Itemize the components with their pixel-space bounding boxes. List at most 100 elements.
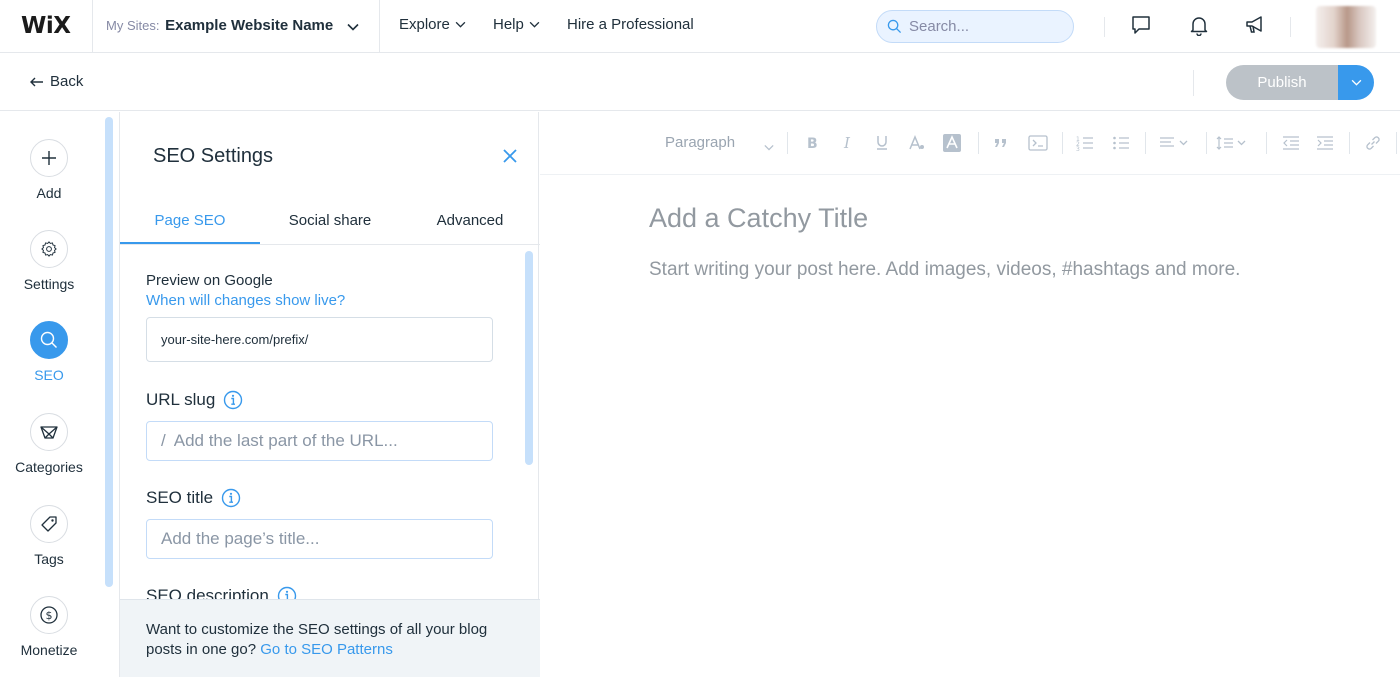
info-icon[interactable] [223,390,243,410]
text-align-dropdown[interactable] [1159,132,1189,154]
seo-title-label: SEO title [146,488,214,507]
plus-icon [30,139,68,177]
rail-item-label: Categories [15,459,83,475]
svg-text:$: $ [46,609,53,622]
nav-help[interactable]: Help [493,16,540,33]
back-label: Back [50,73,84,90]
divider [1290,17,1291,37]
divider [1193,70,1194,96]
search-icon [30,321,68,359]
rail-item-tags[interactable]: Tags [0,505,98,567]
chevron-down-icon [347,23,359,31]
nav-hire-label: Hire a Professional [567,16,694,33]
seo-title-input[interactable] [161,529,471,549]
seo-description-label: SEO description [146,586,269,599]
site-name: Example Website Name [165,17,334,34]
nav-hire-professional[interactable]: Hire a Professional [567,16,694,33]
changes-live-link[interactable]: When will changes show live? [146,292,345,309]
panel-title: SEO Settings [153,145,274,167]
nav-explore[interactable]: Explore [399,16,466,33]
avatar[interactable] [1316,6,1376,48]
tag-icon [30,505,68,543]
my-sites-label: My Sites: [106,18,160,33]
highlight-icon[interactable] [942,132,962,154]
bell-icon[interactable] [1188,14,1212,38]
quote-icon[interactable] [993,132,1009,154]
top-bar: WiX My Sites: Example Website Name Explo… [0,0,1400,53]
italic-icon[interactable]: I [841,132,855,154]
line-spacing-dropdown[interactable] [1216,132,1248,154]
nav-help-label: Help [493,16,524,33]
underline-icon[interactable] [875,132,889,154]
paragraph-style-label: Paragraph [665,134,736,151]
decrease-indent-icon[interactable] [1282,132,1300,154]
increase-indent-icon[interactable] [1316,132,1334,154]
bulleted-list-icon[interactable] [1112,132,1130,154]
back-button[interactable]: Back [30,73,83,90]
left-rail: Add Settings SEO Categories Tags $ Monet… [0,112,118,677]
url-slug-label-row: URL slug [146,390,243,410]
sub-bar: Back Publish [0,54,1400,111]
svg-text:B: B [807,136,818,151]
arrow-left-icon [30,77,44,87]
url-slug-field[interactable]: / [146,421,493,461]
url-slug-label: URL slug [146,390,216,409]
url-slug-input[interactable] [173,431,484,451]
close-icon[interactable] [502,148,518,164]
wix-logo[interactable]: WiX [21,13,71,39]
paragraph-style-dropdown[interactable]: Paragraph [665,134,735,151]
chevron-down-icon [455,21,466,28]
panel-body: Preview on Google When will changes show… [120,246,540,599]
info-icon[interactable] [277,586,297,599]
toolbar-divider [1145,132,1146,154]
search-input[interactable] [909,18,1059,35]
google-preview-url: your-site-here.com/prefix/ [146,317,493,362]
categories-icon [30,413,68,451]
site-selector[interactable]: My Sites: Example Website Name [106,17,359,34]
publish-options-button[interactable] [1338,65,1374,100]
svg-text:3: 3 [1076,146,1080,151]
gear-icon [30,230,68,268]
search-box[interactable] [876,10,1074,43]
chat-bubble-icon[interactable] [1130,14,1154,38]
text-color-icon[interactable] [908,132,926,154]
panel-scrollbar[interactable] [525,251,533,465]
toolbar-divider [1266,132,1267,154]
rail-item-label: Add [36,185,62,201]
numbered-list-icon[interactable]: 123 [1076,132,1094,154]
tab-social-share[interactable]: Social share [260,197,400,244]
publish-button[interactable]: Publish [1226,65,1338,100]
url-slug-prefix: / [161,431,166,450]
divider [379,0,380,53]
divider [92,0,93,53]
bold-icon[interactable]: B [805,132,819,154]
seo-patterns-banner: Want to customize the SEO settings of al… [120,599,540,677]
code-block-icon[interactable] [1028,132,1048,154]
rail-item-monetize[interactable]: $ Monetize [0,596,98,658]
dollar-coin-icon: $ [30,596,68,634]
link-icon[interactable] [1364,132,1382,154]
post-body-placeholder[interactable]: Start writing your post here. Add images… [649,259,1240,281]
rail-scrollbar[interactable] [105,117,113,587]
rail-item-seo[interactable]: SEO [0,321,98,383]
rail-item-label: SEO [34,367,64,383]
tab-advanced[interactable]: Advanced [400,197,540,244]
nav-explore-label: Explore [399,16,450,33]
rail-item-label: Tags [34,551,64,567]
info-icon[interactable] [221,488,241,508]
seo-title-field[interactable] [146,519,493,559]
tab-page-seo[interactable]: Page SEO [120,197,260,244]
seo-patterns-link[interactable]: Go to SEO Patterns [260,641,393,658]
megaphone-icon[interactable] [1244,14,1268,38]
rail-item-label: Settings [23,276,75,292]
rail-item-add[interactable]: Add [0,139,98,201]
rail-item-categories[interactable]: Categories [0,413,98,475]
preview-label: Preview on Google [146,272,273,289]
seo-settings-panel: SEO Settings Page SEO Social share Advan… [119,112,540,677]
toolbar-divider [1349,132,1350,154]
post-title-placeholder[interactable]: Add a Catchy Title [649,203,868,234]
rail-item-settings[interactable]: Settings [0,230,98,292]
toolbar-divider [1206,132,1207,154]
toolbar-divider [787,132,788,154]
chevron-down-icon [529,21,540,28]
